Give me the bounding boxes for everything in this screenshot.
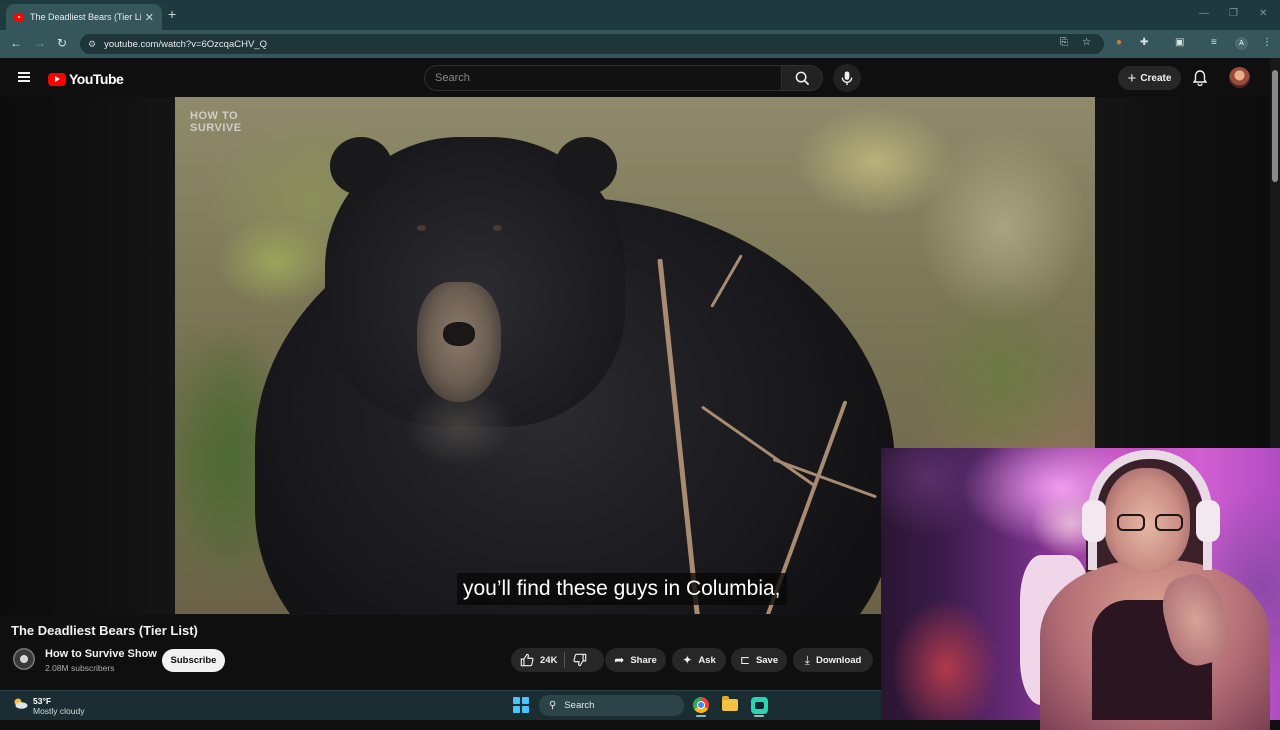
profile-avatar[interactable]: A <box>1235 37 1248 50</box>
ask-label: Ask <box>698 654 716 666</box>
tab-close-icon[interactable]: ✕ <box>145 11 154 24</box>
share-button[interactable]: ➦ Share <box>605 648 666 672</box>
subscribe-button[interactable]: Subscribe <box>162 649 225 672</box>
new-tab-icon[interactable]: + <box>168 6 176 22</box>
headphone-cup <box>1082 500 1106 542</box>
download-button[interactable]: ⤓ Download <box>793 648 873 672</box>
running-indicator <box>754 715 764 717</box>
channel-name[interactable]: How to Survive Show <box>45 648 157 660</box>
like-dislike-group: 24K <box>511 648 604 672</box>
file-explorer-icon[interactable] <box>722 696 738 711</box>
windows-taskbar <box>0 690 881 720</box>
bear-eye <box>493 225 502 231</box>
extension-fox-icon[interactable]: ● <box>1116 37 1122 48</box>
share-arrow-icon: ➦ <box>614 653 625 667</box>
close-window-icon[interactable]: ✕ <box>1259 8 1267 19</box>
bear-ear <box>555 137 617 195</box>
ask-button[interactable]: ✦ Ask <box>672 648 726 672</box>
youtube-play-icon <box>48 72 66 86</box>
thumbs-up-icon <box>520 653 534 667</box>
search-button[interactable] <box>781 65 823 91</box>
download-icon: ⤓ <box>804 652 810 667</box>
taskbar-search-label: Search <box>564 700 595 711</box>
media-controls-icon[interactable]: ≡ <box>1211 37 1217 48</box>
channel-avatar[interactable] <box>13 648 35 670</box>
save-button[interactable]: ⊏ Save <box>731 648 787 672</box>
scrollbar-thumb[interactable] <box>1272 70 1278 182</box>
bear-ear <box>330 137 392 195</box>
thumbs-down-icon <box>573 653 587 667</box>
back-arrow-icon[interactable]: ← <box>10 36 22 50</box>
account-avatar[interactable] <box>1229 67 1250 88</box>
sparkle-icon: ✦ <box>682 653 693 667</box>
voice-search-button[interactable] <box>833 64 861 92</box>
video-watermark: HOW TO SURVIVE <box>190 110 242 134</box>
like-divider <box>564 652 565 668</box>
search-icon <box>795 71 809 85</box>
site-info-icon[interactable]: ⚙ <box>88 39 96 50</box>
hamburger-menu-icon[interactable] <box>18 72 30 82</box>
bear-eye <box>417 225 426 231</box>
weather-temperature[interactable]: 53°F <box>33 696 51 706</box>
url-text: youtube.com/watch?v=6OzcqaCHV_Q <box>104 38 267 50</box>
youtube-favicon-icon <box>14 13 24 21</box>
dislike-button[interactable] <box>573 653 587 672</box>
maximize-icon[interactable]: ❐ <box>1229 8 1238 19</box>
notifications-bell-icon[interactable] <box>1192 70 1208 91</box>
forward-arrow-icon[interactable]: → <box>34 36 46 50</box>
watermark-line: HOW TO <box>190 110 239 122</box>
microphone-icon <box>841 70 853 85</box>
browser-tab-strip <box>0 0 1280 30</box>
youtube-logo[interactable]: YouTube <box>48 71 124 87</box>
install-app-icon[interactable]: ⎘ <box>1060 37 1068 48</box>
video-caption: you’ll find these guys in Columbia, <box>457 573 787 605</box>
browser-menu-icon[interactable]: ⋮ <box>1262 37 1272 48</box>
browser-tab-active[interactable]: The Deadliest Bears (Tier List) - ✕ <box>6 4 162 30</box>
taskbar-search[interactable]: ⚲ Search <box>539 695 684 716</box>
weather-description[interactable]: Mostly cloudy <box>33 706 85 716</box>
headphone-cup <box>1196 500 1220 542</box>
extensions-puzzle-icon[interactable]: ✚ <box>1140 37 1148 48</box>
like-button[interactable]: 24K <box>520 653 557 667</box>
video-title: The Deadliest Bears (Tier List) <box>11 623 198 638</box>
subscriber-count: 2.08M subscribers <box>45 663 115 673</box>
bookmark-star-icon[interactable]: ☆ <box>1082 37 1091 48</box>
chrome-icon[interactable] <box>693 697 709 713</box>
reload-icon[interactable]: ↻ <box>57 36 67 50</box>
streaming-app-icon[interactable] <box>751 697 768 714</box>
create-button[interactable]: + Create <box>1118 66 1181 90</box>
download-label: Download <box>815 654 862 666</box>
side-panel-icon[interactable]: ▣ <box>1175 37 1184 48</box>
address-bar[interactable]: ⚙ youtube.com/watch?v=6OzcqaCHV_Q <box>80 34 1104 54</box>
create-label: Create <box>1140 72 1172 84</box>
cloudy-weather-icon[interactable] <box>12 697 28 709</box>
windows-start-icon[interactable] <box>513 697 529 713</box>
running-indicator <box>696 715 706 717</box>
bear-nose <box>443 322 475 346</box>
headphones <box>1088 450 1212 570</box>
share-label: Share <box>630 654 657 666</box>
plus-icon: + <box>1127 69 1137 87</box>
save-label: Save <box>755 654 779 666</box>
search-input[interactable]: Search <box>424 65 782 91</box>
bookmark-icon: ⊏ <box>739 653 750 667</box>
like-count: 24K <box>540 654 558 666</box>
tab-title: The Deadliest Bears (Tier List) - <box>30 12 141 22</box>
youtube-wordmark: YouTube <box>69 71 124 87</box>
minimize-icon[interactable]: — <box>1199 8 1209 19</box>
search-icon: ⚲ <box>549 700 557 711</box>
watermark-line: SURVIVE <box>190 122 242 134</box>
